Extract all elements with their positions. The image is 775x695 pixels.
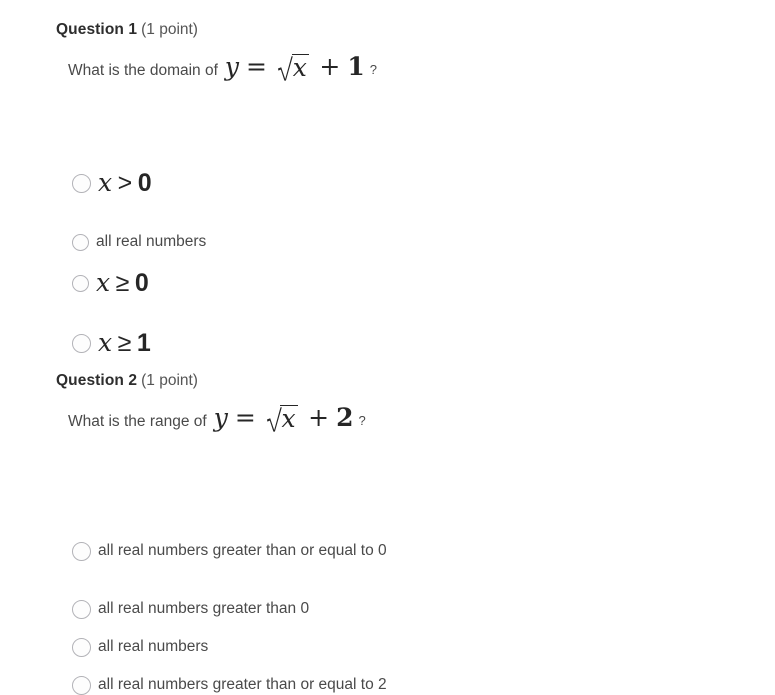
radio-button-icon[interactable] bbox=[72, 675, 91, 695]
q2-option-3[interactable]: all real numbers bbox=[72, 637, 208, 657]
question-2-title: Question 2 bbox=[56, 372, 138, 389]
q2-option-1[interactable]: all real numbers greater than or equal t… bbox=[72, 541, 387, 561]
radio-button-icon[interactable] bbox=[72, 637, 91, 657]
question-2-formula: y = x + 2 bbox=[214, 405, 354, 432]
question-2-header: Question 2 (1 point) bbox=[56, 371, 756, 391]
formula-2-radicand: x bbox=[280, 405, 299, 430]
q1-option-3-var: x bbox=[96, 268, 111, 298]
q2-option-4-label: all real numbers greater than or equal t… bbox=[98, 676, 387, 694]
formula-2-equals: = bbox=[234, 403, 256, 433]
q1-option-2-label: all real numbers bbox=[96, 233, 207, 251]
formula-1-sqrt: x bbox=[277, 54, 310, 81]
q2-option-2-label: all real numbers greater than 0 bbox=[98, 600, 310, 618]
q2-option-1-label: all real numbers greater than or equal t… bbox=[98, 542, 387, 560]
q1-option-1-label: x > 0 bbox=[98, 168, 152, 198]
radical-sign-icon bbox=[266, 405, 282, 432]
q1-option-2[interactable]: all real numbers bbox=[72, 232, 206, 252]
radio-button-icon[interactable] bbox=[72, 233, 89, 251]
q1-option-4-label: x ≥ 1 bbox=[98, 328, 151, 358]
question-block-2: Question 2 (1 point) What is the range of… bbox=[56, 371, 756, 695]
formula-1-equals: = bbox=[246, 52, 267, 82]
q1-option-3[interactable]: x ≥ 0 bbox=[72, 268, 149, 298]
q1-option-1-var: x bbox=[98, 168, 113, 198]
question-2-stem: What is the range of y = x + 2 ? bbox=[68, 405, 756, 433]
question-1-points: (1 point) bbox=[141, 21, 198, 38]
radio-button-icon[interactable] bbox=[72, 599, 91, 619]
radio-button-icon[interactable] bbox=[72, 173, 91, 193]
formula-2-plus: + bbox=[308, 403, 330, 433]
q1-option-4-num: 1 bbox=[136, 329, 151, 358]
formula-1-radicand: x bbox=[291, 54, 310, 79]
q1-option-3-num: 0 bbox=[134, 269, 149, 298]
radio-button-icon[interactable] bbox=[72, 541, 91, 561]
question-1-stem: What is the domain of y = x + 1 ? bbox=[68, 54, 756, 82]
question-1-title: Question 1 bbox=[56, 21, 138, 38]
question-2-stem-text: What is the range of bbox=[68, 413, 207, 431]
formula-1-plus: + bbox=[319, 52, 341, 82]
formula-2-lhs: y bbox=[213, 403, 228, 433]
question-1-options: x > 0 all real numbers x ≥ 0 x ≥ 1 bbox=[72, 82, 756, 356]
q1-option-1-num: 0 bbox=[137, 169, 152, 198]
question-2-points: (1 point) bbox=[141, 372, 198, 389]
q2-option-4[interactable]: all real numbers greater than or equal t… bbox=[72, 675, 387, 695]
q1-option-1-rel: > bbox=[117, 169, 133, 198]
q2-option-3-label: all real numbers bbox=[98, 638, 209, 656]
q1-option-4-rel: ≥ bbox=[117, 329, 132, 358]
q2-option-2[interactable]: all real numbers greater than 0 bbox=[72, 599, 309, 619]
quiz-page: Question 1 (1 point) What is the domain o… bbox=[0, 0, 775, 695]
formula-1-lhs: y bbox=[224, 52, 240, 82]
formula-2-addend: 2 bbox=[336, 403, 354, 433]
formula-1-addend: 1 bbox=[347, 52, 365, 82]
question-1-stem-qmark: ? bbox=[369, 62, 377, 78]
q1-option-3-label: x ≥ 0 bbox=[96, 268, 149, 298]
formula-2-sqrt: x bbox=[266, 405, 299, 432]
question-1-formula: y = x + 1 bbox=[225, 54, 365, 81]
q1-option-1[interactable]: x > 0 bbox=[72, 168, 152, 198]
question-1-stem-text: What is the domain of bbox=[68, 62, 218, 80]
q1-option-4-var: x bbox=[98, 328, 113, 358]
q1-option-3-rel: ≥ bbox=[115, 269, 130, 298]
question-2-stem-qmark: ? bbox=[358, 413, 366, 429]
question-2-options: all real numbers greater than or equal t… bbox=[72, 433, 756, 695]
radio-button-icon[interactable] bbox=[72, 333, 91, 353]
radio-button-icon[interactable] bbox=[72, 274, 89, 292]
radical-sign-icon bbox=[277, 54, 293, 81]
question-1-header: Question 1 (1 point) bbox=[56, 20, 756, 40]
q1-option-4[interactable]: x ≥ 1 bbox=[72, 328, 151, 358]
question-block-1: Question 1 (1 point) What is the domain o… bbox=[56, 20, 756, 356]
